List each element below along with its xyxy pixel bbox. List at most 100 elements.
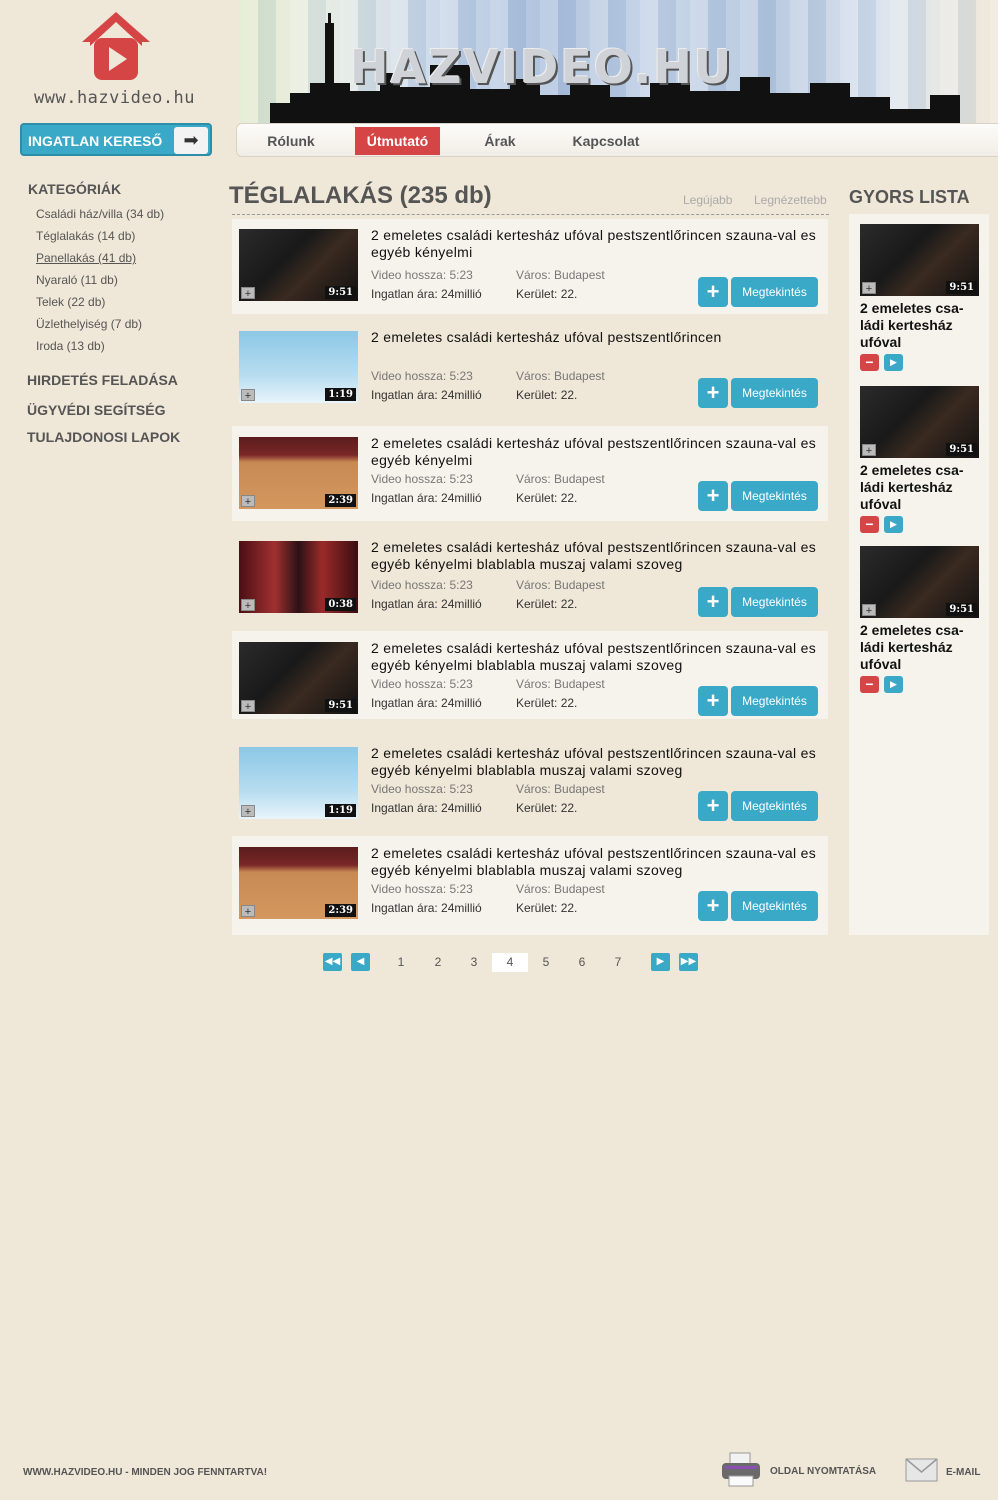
listing-title[interactable]: 2 emeletes családi kertesház ufóval pest… <box>371 845 821 879</box>
video-length: Video hossza: 5:23 <box>371 677 473 691</box>
city: Város: Budapest <box>516 369 605 383</box>
mail-icon[interactable] <box>905 1458 938 1482</box>
page-link[interactable]: 5 <box>528 953 564 972</box>
nav-item-guide[interactable]: Útmutató <box>355 127 440 155</box>
printer-icon[interactable] <box>720 1452 762 1488</box>
plus-icon[interactable]: + <box>241 599 255 612</box>
video-thumbnail[interactable]: + 9:51 <box>239 229 358 301</box>
page-link[interactable]: 2 <box>420 953 456 972</box>
page-link[interactable]: 3 <box>456 953 492 972</box>
listing-title[interactable]: 2 emeletes családi kertesház ufóval pest… <box>371 227 821 261</box>
video-thumbnail[interactable]: + 1:19 <box>239 331 358 403</box>
district: Kerület: 22. <box>516 801 578 815</box>
quick-list-item-title[interactable]: 2 emeletes csa-ládi kertesház ufóval <box>860 622 980 673</box>
sort-newest-link[interactable]: Legújabb <box>683 193 732 207</box>
category-item[interactable]: Üzlethelyiség (7 db) <box>36 317 142 331</box>
nav-item-about[interactable]: Rólunk <box>245 127 337 155</box>
plus-icon[interactable]: + <box>241 495 255 508</box>
play-button[interactable]: ▶ <box>884 516 903 533</box>
prev-page-button[interactable]: ◀ <box>351 953 370 971</box>
view-button[interactable]: Megtekintés <box>731 277 818 307</box>
quick-list-item-title[interactable]: 2 emeletes csa-ládi kertesház ufóval <box>860 300 980 351</box>
add-to-list-button[interactable]: + <box>698 378 728 408</box>
plus-icon[interactable]: + <box>862 444 876 456</box>
sort-most-viewed-link[interactable]: Legnézettebb <box>754 193 827 207</box>
listing-title[interactable]: 2 emeletes családi kertesház ufóval pest… <box>371 745 821 779</box>
category-item[interactable]: Családi ház/villa (34 db) <box>36 207 164 221</box>
last-page-button[interactable]: ▶▶ <box>679 953 698 971</box>
property-search-button[interactable]: INGATLAN KERESŐ ➡ <box>20 123 212 156</box>
video-thumbnail[interactable]: + 2:39 <box>239 437 358 509</box>
plus-icon[interactable]: + <box>241 700 255 713</box>
arrow-right-icon: ➡ <box>174 127 208 154</box>
listing-title[interactable]: 2 emeletes családi kertesház ufóval pest… <box>371 435 821 469</box>
add-to-list-button[interactable]: + <box>698 891 728 921</box>
view-button[interactable]: Megtekintés <box>731 481 818 511</box>
quick-list-thumbnail[interactable]: + 9:51 <box>860 224 979 296</box>
city: Város: Budapest <box>516 472 605 486</box>
property-price: Ingatlan ára: 24millió <box>371 597 482 611</box>
view-button[interactable]: Megtekintés <box>731 791 818 821</box>
nav-item-contact[interactable]: Kapcsolat <box>562 127 650 155</box>
play-button[interactable]: ▶ <box>884 354 903 371</box>
district: Kerület: 22. <box>516 287 578 301</box>
video-length: Video hossza: 5:23 <box>371 369 473 383</box>
plus-icon[interactable]: + <box>241 905 255 918</box>
view-button[interactable]: Megtekintés <box>731 891 818 921</box>
quick-list-thumbnail[interactable]: + 9:51 <box>860 546 979 618</box>
quick-list-thumbnail[interactable]: + 9:51 <box>860 386 979 458</box>
listing-title[interactable]: 2 emeletes családi kertesház ufóval pest… <box>371 329 821 346</box>
site-logo[interactable]: www.hazvideo.hu <box>30 10 205 110</box>
add-to-list-button[interactable]: + <box>698 587 728 617</box>
plus-icon[interactable]: + <box>862 604 876 616</box>
listing-title[interactable]: 2 emeletes családi kertesház ufóval pest… <box>371 640 821 674</box>
add-to-list-button[interactable]: + <box>698 686 728 716</box>
plus-icon[interactable]: + <box>862 282 876 294</box>
city: Város: Budapest <box>516 882 605 896</box>
video-thumbnail[interactable]: + 9:51 <box>239 642 358 714</box>
video-thumbnail[interactable]: + 1:19 <box>239 747 358 819</box>
video-length: Video hossza: 5:23 <box>371 472 473 486</box>
remove-from-list-button[interactable]: − <box>860 676 879 693</box>
plus-icon[interactable]: + <box>241 805 255 818</box>
remove-from-list-button[interactable]: − <box>860 516 879 533</box>
page-link-current[interactable]: 4 <box>492 953 528 972</box>
video-thumbnail[interactable]: + 2:39 <box>239 847 358 919</box>
banner-title: HAZVIDEO.HU <box>350 40 734 94</box>
plus-icon[interactable]: + <box>241 389 255 402</box>
view-button[interactable]: Megtekintés <box>731 587 818 617</box>
page-link[interactable]: 7 <box>600 953 636 972</box>
category-item[interactable]: Nyaraló (11 db) <box>36 273 118 287</box>
view-button[interactable]: Megtekintés <box>731 378 818 408</box>
category-item-current[interactable]: Panellakás (41 db) <box>36 251 136 265</box>
post-ad-link[interactable]: HIRDETÉS FELADÁSA <box>27 372 178 388</box>
title-divider <box>232 214 829 215</box>
district: Kerület: 22. <box>516 901 578 915</box>
listing-title[interactable]: 2 emeletes családi kertesház ufóval pest… <box>371 539 821 573</box>
play-button[interactable]: ▶ <box>884 676 903 693</box>
category-item[interactable]: Téglalakás (14 db) <box>36 229 135 243</box>
legal-help-link[interactable]: ÜGYVÉDI SEGÍTSÉG <box>27 402 165 418</box>
next-page-button[interactable]: ▶ <box>651 953 670 971</box>
add-to-list-button[interactable]: + <box>698 277 728 307</box>
property-price: Ingatlan ára: 24millió <box>371 287 482 301</box>
page-link[interactable]: 1 <box>383 953 419 972</box>
add-to-list-button[interactable]: + <box>698 481 728 511</box>
video-thumbnail[interactable]: + 0:38 <box>239 541 358 613</box>
logo-text: www.hazvideo.hu <box>34 88 196 108</box>
owner-pages-link[interactable]: TULAJDONOSI LAPOK <box>27 429 180 445</box>
page-link[interactable]: 6 <box>564 953 600 972</box>
first-page-button[interactable]: ◀◀ <box>323 953 342 971</box>
plus-icon[interactable]: + <box>241 287 255 300</box>
video-duration: 0:38 <box>325 598 356 611</box>
add-to-list-button[interactable]: + <box>698 791 728 821</box>
view-button[interactable]: Megtekintés <box>731 686 818 716</box>
remove-from-list-button[interactable]: − <box>860 354 879 371</box>
category-item[interactable]: Iroda (13 db) <box>36 339 105 353</box>
nav-item-prices[interactable]: Árak <box>455 127 545 155</box>
city: Város: Budapest <box>516 268 605 282</box>
email-link[interactable]: E-MAIL <box>946 1467 980 1478</box>
quick-list-item-title[interactable]: 2 emeletes csa-ládi kertesház ufóval <box>860 462 980 513</box>
print-page-link[interactable]: OLDAL NYOMTATÁSA <box>770 1466 876 1477</box>
category-item[interactable]: Telek (22 db) <box>36 295 105 309</box>
